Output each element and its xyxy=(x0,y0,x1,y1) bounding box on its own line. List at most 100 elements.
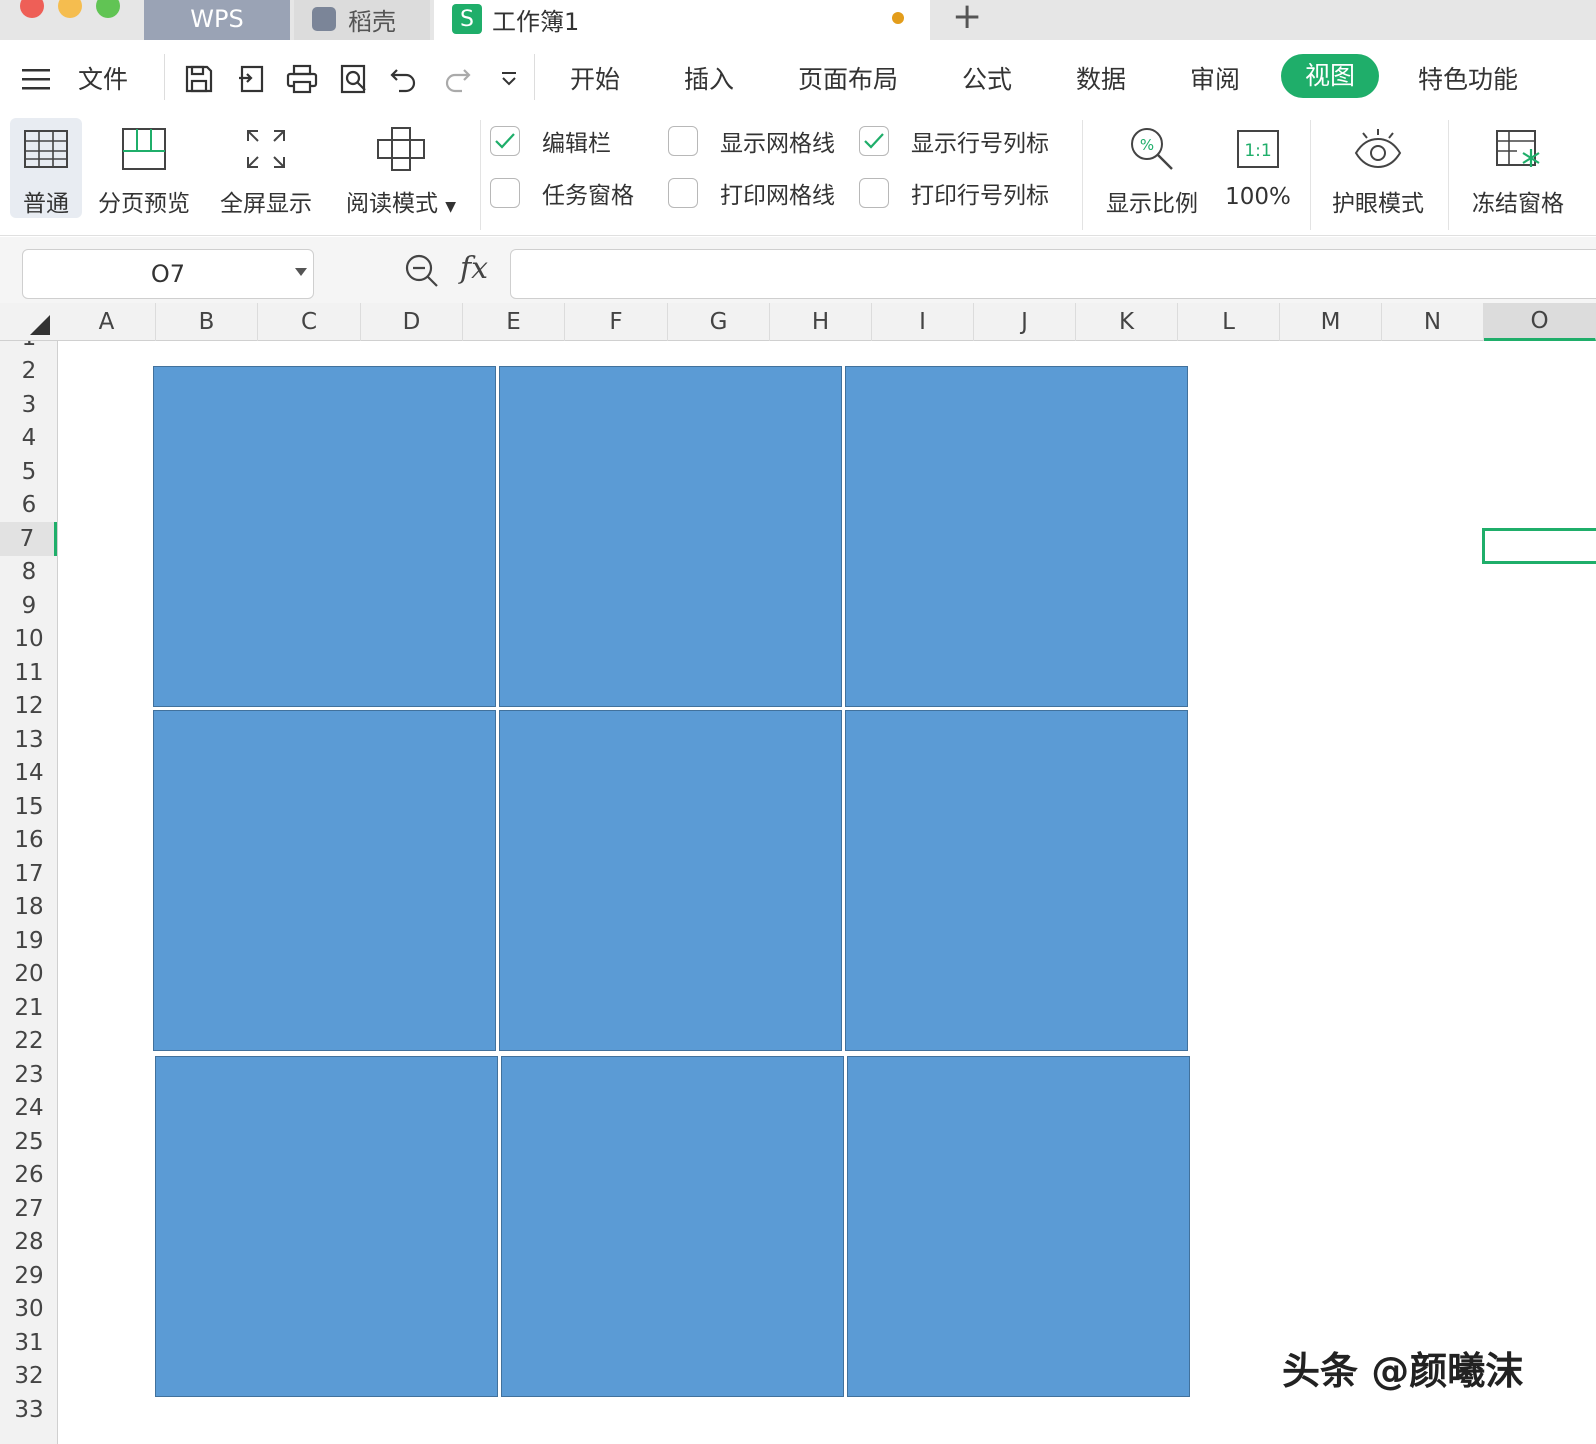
sheet-area[interactable] xyxy=(58,341,1596,1444)
menu-file[interactable]: 文件 xyxy=(78,60,128,96)
menu-tab-special[interactable]: 特色功能 xyxy=(1418,60,1518,96)
row-header-23[interactable]: 23 xyxy=(0,1058,57,1092)
row-header-14[interactable]: 14 xyxy=(0,757,57,791)
row-header-3[interactable]: 3 xyxy=(0,388,57,422)
row-header-19[interactable]: 19 xyxy=(0,924,57,958)
selected-cell-o7[interactable] xyxy=(1482,528,1596,564)
row-header-8[interactable]: 8 xyxy=(0,556,57,590)
row-header-4[interactable]: 4 xyxy=(0,422,57,456)
formula-input[interactable] xyxy=(510,249,1596,299)
blue-tile-shape[interactable] xyxy=(153,366,496,707)
row-header-6[interactable]: 6 xyxy=(0,489,57,523)
zoom-button[interactable]: % 显示比例 xyxy=(1100,118,1204,218)
checkbox-print-gridlines[interactable]: 打印网格线 xyxy=(668,176,835,210)
save-icon[interactable] xyxy=(182,62,216,96)
page-break-preview-button[interactable]: 分页预览 xyxy=(92,118,196,218)
row-header-32[interactable]: 32 xyxy=(0,1360,57,1394)
row-header-26[interactable]: 26 xyxy=(0,1159,57,1193)
blue-tile-shape[interactable] xyxy=(845,366,1188,707)
checkbox-box[interactable] xyxy=(859,178,889,208)
row-header-7[interactable]: 7 xyxy=(0,522,57,556)
checkbox-box[interactable] xyxy=(668,178,698,208)
quick-access-dropdown-icon[interactable] xyxy=(492,62,526,96)
row-header-15[interactable]: 15 xyxy=(0,790,57,824)
column-header-k[interactable]: K xyxy=(1076,303,1178,341)
close-window-button[interactable] xyxy=(20,0,44,18)
menu-tab-insert[interactable]: 插入 xyxy=(684,60,734,96)
menu-tab-data[interactable]: 数据 xyxy=(1076,60,1126,96)
checkbox-show-gridlines[interactable]: 显示网格线 xyxy=(668,124,835,158)
column-header-c[interactable]: C xyxy=(258,303,361,341)
freeze-panes-button[interactable]: 冻结窗格 xyxy=(1466,118,1570,218)
name-box[interactable]: O7 xyxy=(22,249,314,299)
zoom-100-button[interactable]: 1:1 100% xyxy=(1218,118,1298,218)
new-tab-button[interactable]: + xyxy=(952,0,982,37)
column-header-g[interactable]: G xyxy=(668,303,770,341)
row-header-21[interactable]: 21 xyxy=(0,991,57,1025)
row-header-30[interactable]: 30 xyxy=(0,1293,57,1327)
row-header-5[interactable]: 5 xyxy=(0,455,57,489)
column-header-f[interactable]: F xyxy=(565,303,668,341)
print-preview-icon[interactable] xyxy=(337,62,371,96)
column-header-b[interactable]: B xyxy=(156,303,258,341)
row-header-9[interactable]: 9 xyxy=(0,589,57,623)
checkbox-box[interactable] xyxy=(668,126,698,156)
row-header-10[interactable]: 10 xyxy=(0,623,57,657)
column-header-d[interactable]: D xyxy=(361,303,463,341)
column-header-h[interactable]: H xyxy=(770,303,872,341)
row-header-20[interactable]: 20 xyxy=(0,958,57,992)
export-pdf-icon[interactable] xyxy=(235,62,269,96)
reading-mode-button[interactable]: 阅读模式 ▼ xyxy=(338,118,464,218)
row-header-1[interactable]: 1 xyxy=(0,341,57,355)
checkbox-formula-bar[interactable]: 编辑栏 xyxy=(490,124,611,158)
redo-icon[interactable] xyxy=(440,62,474,96)
minimize-window-button[interactable] xyxy=(58,0,82,18)
undo-icon[interactable] xyxy=(387,62,421,96)
row-header-11[interactable]: 11 xyxy=(0,656,57,690)
menu-tab-view[interactable]: 视图 xyxy=(1281,54,1380,98)
hamburger-menu-icon[interactable] xyxy=(20,62,54,96)
normal-view-button[interactable]: 普通 xyxy=(10,118,82,218)
checkbox-show-headings[interactable]: 显示行号列标 xyxy=(859,124,1049,158)
maximize-window-button[interactable] xyxy=(96,0,120,18)
chevron-down-icon[interactable] xyxy=(295,268,307,276)
print-icon[interactable] xyxy=(285,62,319,96)
blue-tile-shape[interactable] xyxy=(153,710,496,1051)
checkbox-box[interactable] xyxy=(490,126,520,156)
checkbox-print-headings[interactable]: 打印行号列标 xyxy=(859,176,1049,210)
row-header-33[interactable]: 33 xyxy=(0,1393,57,1427)
row-header-17[interactable]: 17 xyxy=(0,857,57,891)
row-header-24[interactable]: 24 xyxy=(0,1092,57,1126)
row-header-22[interactable]: 22 xyxy=(0,1025,57,1059)
checkbox-box[interactable] xyxy=(490,178,520,208)
tab-wps[interactable]: WPS xyxy=(144,0,290,40)
select-all-corner-icon[interactable] xyxy=(30,315,50,335)
row-header-16[interactable]: 16 xyxy=(0,824,57,858)
row-header-13[interactable]: 13 xyxy=(0,723,57,757)
row-header-18[interactable]: 18 xyxy=(0,891,57,925)
row-header-25[interactable]: 25 xyxy=(0,1125,57,1159)
row-header-12[interactable]: 12 xyxy=(0,690,57,724)
tab-daoke[interactable]: 稻壳 xyxy=(294,0,430,40)
blue-tile-shape[interactable] xyxy=(155,1056,498,1397)
tab-workbook[interactable]: S 工作簿1 xyxy=(434,0,930,40)
fx-label[interactable]: fx xyxy=(460,251,488,286)
column-header-l[interactable]: L xyxy=(1178,303,1280,341)
row-header-2[interactable]: 2 xyxy=(0,355,57,389)
row-header-27[interactable]: 27 xyxy=(0,1192,57,1226)
blue-tile-shape[interactable] xyxy=(501,1056,844,1397)
menu-tab-review[interactable]: 审阅 xyxy=(1190,60,1240,96)
menu-tab-start[interactable]: 开始 xyxy=(570,60,620,96)
column-header-o[interactable]: O xyxy=(1484,303,1596,341)
blue-tile-shape[interactable] xyxy=(499,366,842,707)
checkbox-box[interactable] xyxy=(859,126,889,156)
column-header-i[interactable]: I xyxy=(872,303,974,341)
blue-tile-shape[interactable] xyxy=(845,710,1188,1051)
column-header-a[interactable]: A xyxy=(58,303,156,341)
row-header-28[interactable]: 28 xyxy=(0,1226,57,1260)
eye-protection-button[interactable]: 护眼模式 xyxy=(1326,118,1430,218)
zoom-search-icon[interactable] xyxy=(404,253,440,293)
blue-tile-shape[interactable] xyxy=(499,710,842,1051)
column-header-m[interactable]: M xyxy=(1280,303,1382,341)
row-header-31[interactable]: 31 xyxy=(0,1326,57,1360)
